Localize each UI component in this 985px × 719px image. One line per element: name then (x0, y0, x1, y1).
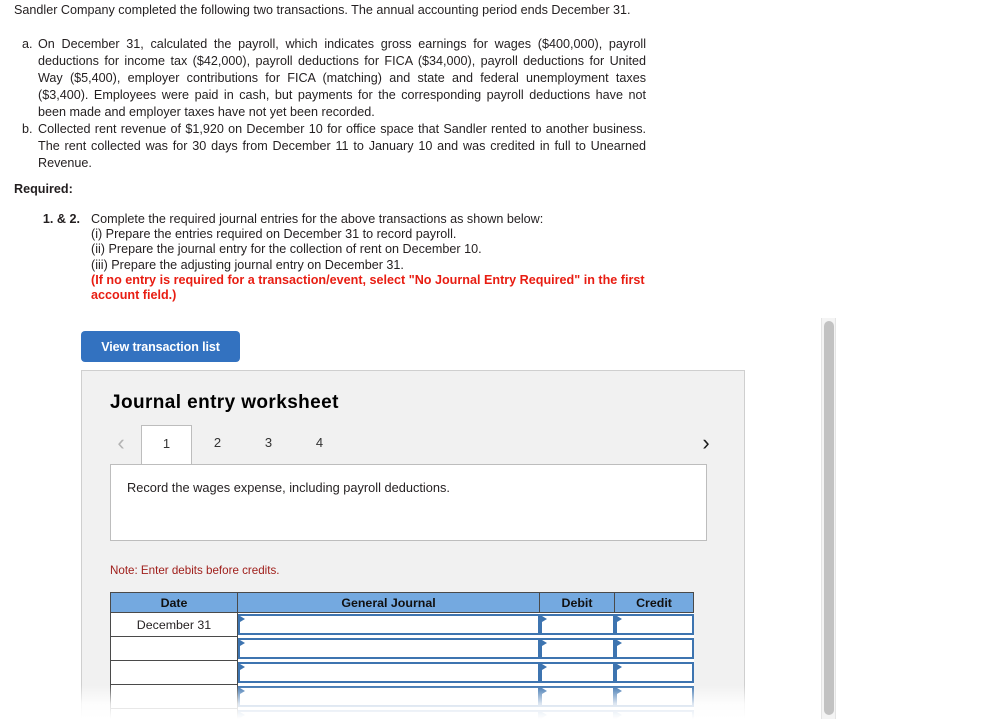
tab-1[interactable]: 1 (141, 425, 192, 465)
debit-input[interactable] (539, 684, 615, 709)
general-journal-input[interactable] (237, 636, 540, 661)
required-number: 1. & 2. (42, 212, 80, 226)
debit-input[interactable] (539, 612, 615, 637)
dropdown-marker-icon (616, 640, 622, 646)
transaction-marker-b: b. (22, 122, 33, 136)
required-heading: Required: (14, 182, 73, 196)
required-sub-ii: (ii) Prepare the journal entry for the c… (91, 242, 482, 257)
problem-intro: Sandler Company completed the following … (14, 3, 631, 17)
chevron-left-icon[interactable]: ‹ (110, 431, 132, 457)
required-body: Complete the required journal entries fo… (91, 212, 654, 303)
debit-input[interactable] (539, 636, 615, 661)
table-row (110, 660, 694, 685)
worksheet-tabstrip: ‹ 1 2 3 4 › (110, 425, 717, 465)
dropdown-marker-icon (616, 616, 622, 623)
required-sub-iii: (iii) Prepare the adjusting journal entr… (91, 257, 404, 272)
problem-statement: Sandler Company completed the following … (14, 2, 646, 172)
column-header-date: Date (110, 592, 238, 613)
dropdown-marker-icon (616, 688, 622, 694)
general-journal-input[interactable] (237, 708, 540, 719)
scrollbar-thumb[interactable] (824, 321, 834, 715)
transaction-item-a: a. On December 31, calculated the payrol… (14, 36, 646, 121)
transaction-item-b: b. Collected rent revenue of $1,920 on D… (14, 121, 646, 172)
credit-input[interactable] (614, 708, 694, 719)
dropdown-marker-icon (616, 664, 622, 670)
dropdown-marker-icon (240, 640, 245, 646)
dropdown-marker-icon (616, 712, 622, 718)
credit-input[interactable] (614, 636, 694, 661)
tab-4[interactable]: 4 (294, 425, 345, 463)
journal-entry-worksheet-panel: Journal entry worksheet ‹ 1 2 3 4 › Reco… (81, 370, 745, 719)
required-sub-i: (i) Prepare the entries required on Dece… (91, 227, 457, 242)
required-warning: (If no entry is required for a transacti… (91, 272, 645, 303)
debit-input[interactable] (539, 708, 615, 719)
date-cell[interactable] (110, 684, 238, 709)
dropdown-marker-icon (541, 664, 547, 670)
date-cell[interactable] (110, 636, 238, 661)
worksheet-instruction-box: Record the wages expense, including payr… (110, 464, 707, 541)
worksheet-note: Note: Enter debits before credits. (110, 564, 280, 577)
dropdown-marker-icon (240, 712, 245, 718)
chevron-right-icon[interactable]: › (695, 431, 717, 457)
table-row: December 31 (110, 612, 694, 637)
tab-3[interactable]: 3 (243, 425, 294, 463)
date-cell[interactable]: December 31 (110, 612, 238, 637)
column-header-debit: Debit (539, 592, 615, 613)
transaction-text-a: On December 31, calculated the payroll, … (38, 37, 646, 119)
worksheet-title: Journal entry worksheet (110, 392, 339, 413)
dropdown-marker-icon (240, 664, 245, 670)
table-row (110, 636, 694, 661)
column-header-credit: Credit (614, 592, 694, 613)
view-transaction-list-button[interactable]: View transaction list (81, 331, 240, 362)
vertical-scrollbar[interactable] (821, 318, 836, 719)
transaction-list: a. On December 31, calculated the payrol… (14, 36, 646, 172)
dropdown-marker-icon (240, 616, 245, 623)
transaction-text-b: Collected rent revenue of $1,920 on Dece… (38, 122, 646, 170)
general-journal-input[interactable] (237, 660, 540, 685)
dropdown-marker-icon (541, 688, 547, 694)
dropdown-marker-icon (240, 688, 245, 694)
column-header-general-journal: General Journal (237, 592, 540, 613)
dropdown-marker-icon (541, 616, 547, 623)
dropdown-marker-icon (541, 640, 547, 646)
tab-2[interactable]: 2 (192, 425, 243, 463)
debit-input[interactable] (539, 660, 615, 685)
credit-input[interactable] (614, 612, 694, 637)
required-block: 1. & 2. Complete the required journal en… (14, 212, 654, 303)
worksheet-instruction-text: Record the wages expense, including payr… (127, 480, 450, 495)
transaction-marker-a: a. (22, 37, 33, 51)
date-cell[interactable] (110, 708, 238, 719)
table-header-row: Date General Journal Debit Credit (110, 592, 694, 613)
dropdown-marker-icon (541, 712, 547, 718)
required-lead: Complete the required journal entries fo… (91, 212, 544, 226)
date-cell[interactable] (110, 660, 238, 685)
credit-input[interactable] (614, 660, 694, 685)
table-row (110, 708, 694, 719)
general-journal-input[interactable] (237, 684, 540, 709)
credit-input[interactable] (614, 684, 694, 709)
general-journal-input[interactable] (237, 612, 540, 637)
table-row (110, 684, 694, 709)
journal-entry-table: Date General Journal Debit Credit Decemb… (110, 592, 694, 719)
